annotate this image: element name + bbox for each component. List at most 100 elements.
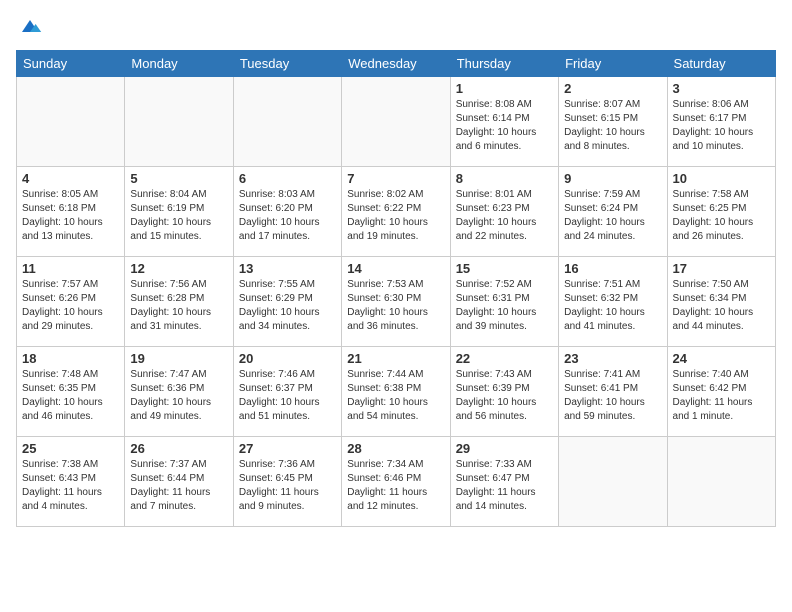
cell-day-number: 6 [239, 171, 336, 186]
cell-info-text: Sunrise: 7:50 AM Sunset: 6:34 PM Dayligh… [673, 278, 770, 334]
cell-info-text: Sunrise: 7:52 AM Sunset: 6:31 PM Dayligh… [456, 278, 553, 334]
weekday-header-row: SundayMondayTuesdayWednesdayThursdayFrid… [17, 51, 776, 77]
cell-info-text: Sunrise: 8:02 AM Sunset: 6:22 PM Dayligh… [347, 188, 444, 244]
cell-info-text: Sunrise: 7:47 AM Sunset: 6:36 PM Dayligh… [130, 368, 227, 424]
cell-day-number: 14 [347, 261, 444, 276]
calendar-cell: 7 Sunrise: 8:02 AM Sunset: 6:22 PM Daylig… [342, 167, 450, 257]
calendar-cell: 17 Sunrise: 7:50 AM Sunset: 6:34 PM Dayli… [667, 257, 775, 347]
page-header [16, 16, 776, 40]
cell-info-text: Sunrise: 7:59 AM Sunset: 6:24 PM Dayligh… [564, 188, 661, 244]
calendar-cell: 11 Sunrise: 7:57 AM Sunset: 6:26 PM Dayli… [17, 257, 125, 347]
cell-info-text: Sunrise: 7:56 AM Sunset: 6:28 PM Dayligh… [130, 278, 227, 334]
calendar-cell: 13Sunrise: 7:55 AM Sunset: 6:29 PM Dayli… [233, 257, 341, 347]
cell-day-number: 20 [239, 351, 336, 366]
cell-info-text: Sunrise: 7:43 AM Sunset: 6:39 PM Dayligh… [456, 368, 553, 424]
calendar-cell: 8 Sunrise: 8:01 AM Sunset: 6:23 PM Daylig… [450, 167, 558, 257]
weekday-header-tuesday: Tuesday [233, 51, 341, 77]
calendar-cell: 21 Sunrise: 7:44 AM Sunset: 6:38 PM Dayli… [342, 347, 450, 437]
calendar-table: SundayMondayTuesdayWednesdayThursdayFrid… [16, 50, 776, 527]
calendar-cell: 1Sunrise: 8:08 AM Sunset: 6:14 PM Daylig… [450, 77, 558, 167]
calendar-cell [342, 77, 450, 167]
calendar-cell: 20 Sunrise: 7:46 AM Sunset: 6:37 PM Dayli… [233, 347, 341, 437]
calendar-cell: 22 Sunrise: 7:43 AM Sunset: 6:39 PM Dayli… [450, 347, 558, 437]
cell-info-text: Sunrise: 8:07 AM Sunset: 6:15 PM Dayligh… [564, 98, 661, 154]
cell-info-text: Sunrise: 7:57 AM Sunset: 6:26 PM Dayligh… [22, 278, 119, 334]
cell-info-text: Sunrise: 8:04 AM Sunset: 6:19 PM Dayligh… [130, 188, 227, 244]
cell-info-text: Sunrise: 7:38 AM Sunset: 6:43 PM Dayligh… [22, 458, 119, 514]
cell-day-number: 4 [22, 171, 119, 186]
calendar-cell: 2 Sunrise: 8:07 AM Sunset: 6:15 PM Daylig… [559, 77, 667, 167]
calendar-cell: 29Sunrise: 7:33 AM Sunset: 6:47 PM Dayli… [450, 437, 558, 527]
cell-day-number: 8 [456, 171, 553, 186]
calendar-cell [233, 77, 341, 167]
logo-icon [18, 16, 42, 40]
cell-info-text: Sunrise: 7:41 AM Sunset: 6:41 PM Dayligh… [564, 368, 661, 424]
cell-day-number: 22 [456, 351, 553, 366]
calendar-cell: 15 Sunrise: 7:52 AM Sunset: 6:31 PM Dayli… [450, 257, 558, 347]
cell-info-text: Sunrise: 8:01 AM Sunset: 6:23 PM Dayligh… [456, 188, 553, 244]
calendar-cell: 6 Sunrise: 8:03 AM Sunset: 6:20 PM Daylig… [233, 167, 341, 257]
cell-day-number: 23 [564, 351, 661, 366]
cell-info-text: Sunrise: 7:33 AM Sunset: 6:47 PM Dayligh… [456, 458, 553, 514]
calendar-cell: 24 Sunrise: 7:40 AM Sunset: 6:42 PM Dayli… [667, 347, 775, 437]
cell-day-number: 21 [347, 351, 444, 366]
calendar-week-row-3: 18 Sunrise: 7:48 AM Sunset: 6:35 PM Dayli… [17, 347, 776, 437]
calendar-cell [559, 437, 667, 527]
cell-info-text: Sunrise: 7:53 AM Sunset: 6:30 PM Dayligh… [347, 278, 444, 334]
cell-day-number: 5 [130, 171, 227, 186]
cell-day-number: 28 [347, 441, 444, 456]
logo [16, 16, 42, 40]
cell-day-number: 13 [239, 261, 336, 276]
weekday-header-friday: Friday [559, 51, 667, 77]
calendar-week-row-2: 11 Sunrise: 7:57 AM Sunset: 6:26 PM Dayli… [17, 257, 776, 347]
cell-day-number: 24 [673, 351, 770, 366]
calendar-cell: 23 Sunrise: 7:41 AM Sunset: 6:41 PM Dayli… [559, 347, 667, 437]
cell-day-number: 18 [22, 351, 119, 366]
cell-info-text: Sunrise: 7:44 AM Sunset: 6:38 PM Dayligh… [347, 368, 444, 424]
cell-day-number: 7 [347, 171, 444, 186]
cell-info-text: Sunrise: 7:34 AM Sunset: 6:46 PM Dayligh… [347, 458, 444, 514]
weekday-header-thursday: Thursday [450, 51, 558, 77]
cell-day-number: 11 [22, 261, 119, 276]
calendar-cell: 4 Sunrise: 8:05 AM Sunset: 6:18 PM Daylig… [17, 167, 125, 257]
calendar-cell: 3 Sunrise: 8:06 AM Sunset: 6:17 PM Daylig… [667, 77, 775, 167]
weekday-header-monday: Monday [125, 51, 233, 77]
cell-info-text: Sunrise: 8:05 AM Sunset: 6:18 PM Dayligh… [22, 188, 119, 244]
calendar-cell: 9 Sunrise: 7:59 AM Sunset: 6:24 PM Daylig… [559, 167, 667, 257]
calendar-cell: 19 Sunrise: 7:47 AM Sunset: 6:36 PM Dayli… [125, 347, 233, 437]
cell-day-number: 17 [673, 261, 770, 276]
cell-day-number: 1 [456, 81, 553, 96]
calendar-cell [17, 77, 125, 167]
calendar-cell: 14 Sunrise: 7:53 AM Sunset: 6:30 PM Dayli… [342, 257, 450, 347]
cell-day-number: 25 [22, 441, 119, 456]
cell-day-number: 10 [673, 171, 770, 186]
cell-info-text: Sunrise: 8:03 AM Sunset: 6:20 PM Dayligh… [239, 188, 336, 244]
cell-info-text: Sunrise: 7:48 AM Sunset: 6:35 PM Dayligh… [22, 368, 119, 424]
calendar-week-row-4: 25 Sunrise: 7:38 AM Sunset: 6:43 PM Dayli… [17, 437, 776, 527]
cell-info-text: Sunrise: 8:06 AM Sunset: 6:17 PM Dayligh… [673, 98, 770, 154]
cell-day-number: 26 [130, 441, 227, 456]
weekday-header-wednesday: Wednesday [342, 51, 450, 77]
calendar-cell: 12 Sunrise: 7:56 AM Sunset: 6:28 PM Dayli… [125, 257, 233, 347]
calendar-cell: 28 Sunrise: 7:34 AM Sunset: 6:46 PM Dayli… [342, 437, 450, 527]
calendar-cell: 16 Sunrise: 7:51 AM Sunset: 6:32 PM Dayli… [559, 257, 667, 347]
cell-day-number: 2 [564, 81, 661, 96]
calendar-cell [667, 437, 775, 527]
cell-info-text: Sunrise: 7:51 AM Sunset: 6:32 PM Dayligh… [564, 278, 661, 334]
cell-info-text: Sunrise: 7:40 AM Sunset: 6:42 PM Dayligh… [673, 368, 770, 424]
calendar-cell: 25 Sunrise: 7:38 AM Sunset: 6:43 PM Dayli… [17, 437, 125, 527]
cell-day-number: 9 [564, 171, 661, 186]
cell-day-number: 3 [673, 81, 770, 96]
weekday-header-saturday: Saturday [667, 51, 775, 77]
cell-info-text: Sunrise: 7:58 AM Sunset: 6:25 PM Dayligh… [673, 188, 770, 244]
cell-day-number: 12 [130, 261, 227, 276]
cell-info-text: Sunrise: 7:36 AM Sunset: 6:45 PM Dayligh… [239, 458, 336, 514]
cell-day-number: 16 [564, 261, 661, 276]
calendar-week-row-1: 4 Sunrise: 8:05 AM Sunset: 6:18 PM Daylig… [17, 167, 776, 257]
calendar-cell: 5 Sunrise: 8:04 AM Sunset: 6:19 PM Daylig… [125, 167, 233, 257]
cell-day-number: 19 [130, 351, 227, 366]
cell-info-text: Sunrise: 7:46 AM Sunset: 6:37 PM Dayligh… [239, 368, 336, 424]
calendar-cell [125, 77, 233, 167]
cell-day-number: 15 [456, 261, 553, 276]
calendar-cell: 10 Sunrise: 7:58 AM Sunset: 6:25 PM Dayli… [667, 167, 775, 257]
